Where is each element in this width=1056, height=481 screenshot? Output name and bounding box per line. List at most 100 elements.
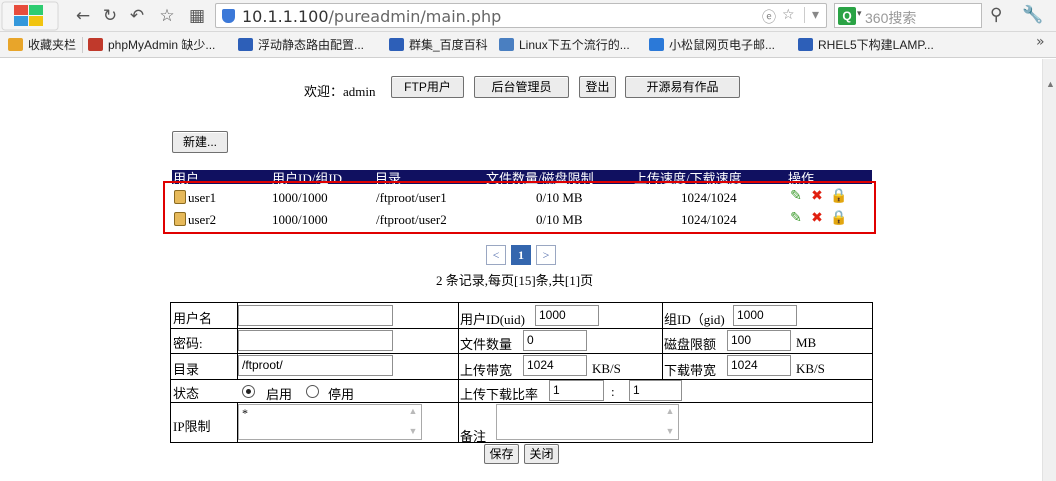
cell-speed: 1024/1024 bbox=[681, 190, 737, 205]
scrollbar[interactable]: ▲ ▼ bbox=[406, 406, 420, 438]
status-label: 状态 bbox=[173, 386, 200, 401]
ratio-down-input[interactable]: 1 bbox=[629, 380, 682, 401]
bookmark-star-icon[interactable]: ☆ bbox=[782, 7, 795, 23]
back-icon[interactable]: ← bbox=[72, 5, 94, 27]
pager-summary: 2 条记录,每页[15]条,共[1]页 bbox=[436, 273, 594, 288]
site-icon bbox=[499, 38, 514, 51]
cell-quota: 0/10 MB bbox=[536, 212, 583, 227]
divider bbox=[662, 303, 663, 379]
gid-input[interactable]: 1000 bbox=[733, 305, 797, 326]
upload-input[interactable]: 1024 bbox=[523, 355, 587, 376]
download-input[interactable]: 1024 bbox=[727, 355, 791, 376]
divider bbox=[82, 37, 83, 53]
edit-icon[interactable]: ✎ bbox=[789, 211, 803, 226]
bookmark-squirrelmail[interactable]: 小松鼠网页电子邮... bbox=[649, 37, 775, 53]
refresh-icon[interactable]: ↻ bbox=[99, 5, 121, 27]
password-label: 密码: bbox=[173, 336, 203, 351]
quota-label: 磁盘限额 bbox=[664, 337, 717, 352]
url-text[interactable]: 10.1.1.100/pureadmin/main.php bbox=[242, 7, 501, 26]
scrollbar[interactable]: ▲ ▼ bbox=[663, 406, 677, 438]
divider bbox=[171, 353, 872, 354]
quota-unit: MB bbox=[796, 335, 817, 350]
cell-user: user1 bbox=[188, 190, 217, 205]
bookmark-phpmyadmin[interactable]: phpMyAdmin 缺少... bbox=[88, 37, 215, 53]
tools-icon[interactable]: 🔧 bbox=[1022, 5, 1043, 25]
url-path: /pureadmin/main.php bbox=[328, 7, 502, 26]
admin-button[interactable]: 后台管理员 bbox=[474, 76, 569, 98]
bookmark-label: 收藏夹栏 bbox=[28, 38, 77, 52]
delete-icon[interactable]: ✖ bbox=[810, 189, 824, 204]
ratio-up-input[interactable]: 1 bbox=[549, 380, 604, 401]
status-disabled-radio[interactable] bbox=[306, 385, 319, 398]
divider bbox=[458, 303, 459, 443]
filecount-input[interactable]: 0 bbox=[523, 330, 587, 351]
status-enabled-label: 启用 bbox=[266, 387, 293, 402]
bookmark-label: phpMyAdmin 缺少... bbox=[108, 38, 216, 52]
user-icon bbox=[174, 212, 186, 226]
cell-dir: /ftproot/user2 bbox=[376, 212, 447, 227]
upload-unit: KB/S bbox=[592, 361, 621, 376]
lock-icon[interactable]: 🔒 bbox=[830, 189, 847, 204]
folder-icon bbox=[8, 38, 23, 51]
security-shield-icon bbox=[222, 9, 235, 23]
pager-next-button[interactable]: > bbox=[536, 245, 556, 265]
uid-input[interactable]: 1000 bbox=[535, 305, 599, 326]
bookmarks-overflow-icon[interactable]: » bbox=[1036, 34, 1045, 50]
cell-quota: 0/10 MB bbox=[536, 190, 583, 205]
gid-label: 组ID（gid) bbox=[664, 312, 725, 327]
status-enabled-radio[interactable] bbox=[242, 385, 255, 398]
paw-icon bbox=[389, 38, 404, 51]
address-dropdown-icon[interactable]: ▾ bbox=[804, 7, 826, 23]
table-row: user2 1000/1000 /ftproot/user2 0/10 MB 1… bbox=[172, 209, 872, 229]
phpmyadmin-icon bbox=[88, 38, 103, 51]
quota-input[interactable]: 100 bbox=[727, 330, 791, 351]
download-label: 下载带宽 bbox=[664, 363, 717, 378]
ftp-users-button[interactable]: FTP用户 bbox=[391, 76, 464, 98]
username-input[interactable] bbox=[238, 305, 393, 326]
upload-label: 上传带宽 bbox=[460, 363, 513, 378]
bookmark-rhel5-lamp[interactable]: RHEL5下构建LAMP... bbox=[798, 37, 934, 53]
bookmark-favorites[interactable]: 收藏夹栏 bbox=[8, 37, 76, 53]
pager-prev-button[interactable]: < bbox=[486, 245, 506, 265]
browser-logo-icon bbox=[1, 1, 59, 31]
scroll-up-icon[interactable]: ▲ bbox=[1046, 79, 1055, 89]
dir-input[interactable]: /ftproot/ bbox=[238, 355, 393, 376]
close-button[interactable]: 关闭 bbox=[524, 444, 559, 464]
search-box[interactable]: Q ▾ 360搜索 bbox=[834, 3, 982, 28]
new-user-button[interactable]: 新建... bbox=[172, 131, 228, 153]
address-bar[interactable]: 10.1.1.100/pureadmin/main.php ⓔ ☆ ▾ bbox=[215, 3, 827, 28]
lock-icon[interactable]: 🔒 bbox=[830, 211, 847, 226]
search-icon[interactable]: ⚲ bbox=[990, 5, 1002, 25]
search-engine-icon[interactable]: Q bbox=[838, 7, 856, 25]
edit-icon[interactable]: ✎ bbox=[789, 189, 803, 204]
welcome-text: 欢迎：admin bbox=[304, 84, 376, 99]
pager-current-page[interactable]: 1 bbox=[511, 245, 531, 265]
undo-icon[interactable]: ↶ bbox=[126, 5, 148, 27]
ratio-separator: : bbox=[611, 384, 615, 399]
note-textarea[interactable]: ▲ ▼ bbox=[496, 404, 679, 440]
status-disabled-label: 停用 bbox=[328, 387, 355, 402]
bookmark-label: 小松鼠网页电子邮... bbox=[669, 38, 776, 52]
engine-dropdown-icon[interactable]: ▾ bbox=[857, 8, 862, 19]
ip-value: * bbox=[242, 406, 248, 420]
bookmark-linux[interactable]: Linux下五个流行的... bbox=[499, 37, 630, 53]
star-icon[interactable]: ☆ bbox=[156, 5, 178, 27]
bookmark-static-route[interactable]: 浮动静态路由配置... bbox=[238, 37, 364, 53]
cell-speed: 1024/1024 bbox=[681, 212, 737, 227]
note-label: 备注 bbox=[460, 429, 487, 444]
save-button[interactable]: 保存 bbox=[484, 444, 519, 464]
ip-textarea[interactable]: * ▲ ▼ bbox=[238, 404, 422, 440]
bookmark-cluster-baike[interactable]: 群集_百度百科 bbox=[389, 37, 488, 53]
delete-icon[interactable]: ✖ bbox=[810, 211, 824, 226]
username-label: 用户名 bbox=[173, 311, 213, 326]
logout-button[interactable]: 登出 bbox=[579, 76, 616, 98]
cell-dir: /ftproot/user1 bbox=[376, 190, 447, 205]
url-host: 10.1.1.100 bbox=[242, 7, 329, 26]
compat-mode-icon[interactable]: ⓔ bbox=[762, 7, 776, 27]
password-input[interactable] bbox=[238, 330, 393, 351]
page-scrollbar[interactable]: ▲ bbox=[1042, 59, 1056, 481]
download-unit: KB/S bbox=[796, 361, 825, 376]
works-button[interactable]: 开源易有作品 bbox=[625, 76, 740, 98]
apps-icon[interactable]: ▦ bbox=[186, 5, 208, 27]
divider bbox=[171, 328, 872, 329]
